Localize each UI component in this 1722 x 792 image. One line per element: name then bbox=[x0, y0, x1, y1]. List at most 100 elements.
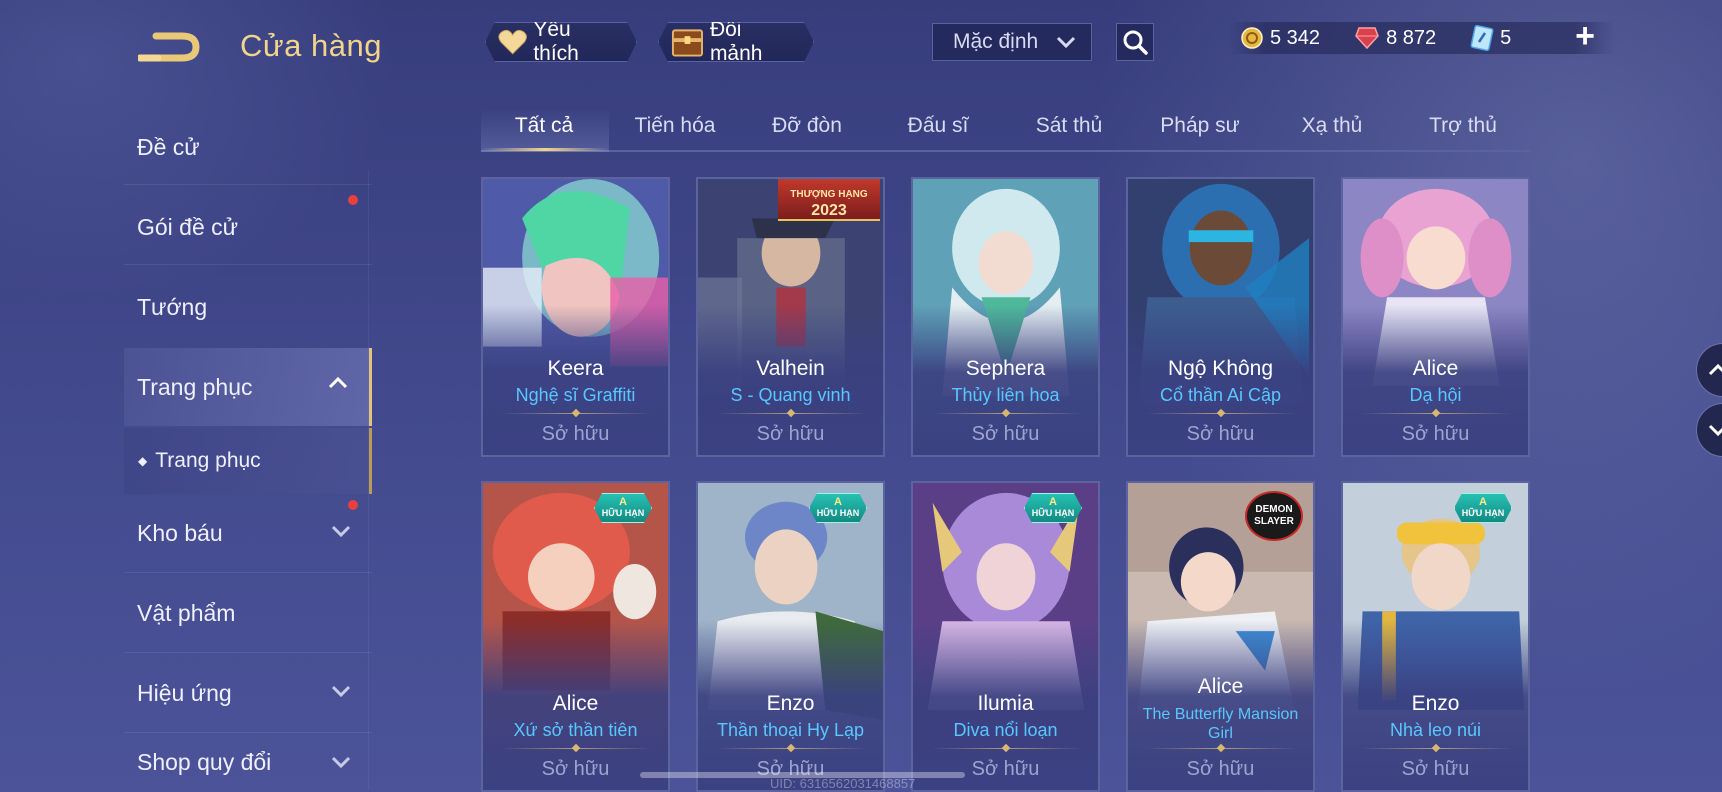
hero-name: Keera bbox=[547, 357, 604, 380]
hero-name: Ngộ Không bbox=[1167, 357, 1274, 380]
skin-card[interactable]: Sephera Thủy liên hoa Sở hữu bbox=[911, 177, 1100, 457]
skin-card[interactable]: THƯỢNG HẠNG 2023 Valhein S - Quang vinh … bbox=[696, 177, 885, 457]
sidebar-separator bbox=[124, 732, 372, 733]
limited-badge: A HỮU HẠN bbox=[809, 493, 867, 523]
owned-status: Sở hữu bbox=[1186, 423, 1255, 445]
tab-support[interactable]: Trợ thủ bbox=[1429, 114, 1497, 138]
ribbon-line2: 2023 bbox=[811, 202, 847, 219]
skin-card[interactable]: Ngộ Không Cổ thần Ai Cập Sở hữu bbox=[1126, 177, 1315, 457]
skin-card[interactable]: A HỮU HẠN Enzo Nhà leo núi Sở hữu bbox=[1341, 481, 1530, 792]
sidebar-separator bbox=[124, 184, 372, 185]
demon-slayer-logo: DEMON SLAYER bbox=[1245, 491, 1303, 541]
skin-card[interactable]: DEMON SLAYER Alice The Butterfly Mansion… bbox=[1126, 481, 1315, 792]
skin-card[interactable]: A HỮU HẠN Ilumia Diva nổi loạn Sở hữu bbox=[911, 481, 1100, 792]
ribbon-line1: THƯỢNG HẠNG bbox=[790, 189, 868, 200]
page-title: Cửa hàng bbox=[240, 28, 382, 63]
badge-grade: A bbox=[834, 496, 842, 508]
sidebar-subitem-skins[interactable]: ◆ Trang phục bbox=[124, 428, 372, 494]
currency-bar: 5 342 8 872 5 bbox=[1228, 22, 1614, 54]
skin-card[interactable]: Keera Nghệ sĩ Graffiti Sở hữu bbox=[481, 177, 670, 457]
hero-name: Enzo bbox=[1411, 692, 1460, 715]
tab-marksman[interactable]: Xạ thủ bbox=[1302, 114, 1363, 138]
logo-line2: SLAYER bbox=[1254, 516, 1294, 527]
skin-name: S - Quang vinh bbox=[730, 385, 851, 405]
skin-name: Nhà leo núi bbox=[1389, 720, 1482, 740]
search-button[interactable] bbox=[1116, 23, 1154, 61]
limited-badge: A HỮU HẠN bbox=[594, 493, 652, 523]
sort-value: Mặc định bbox=[953, 30, 1039, 53]
sort-dropdown[interactable]: Mặc định bbox=[932, 23, 1092, 61]
sidebar-item-items[interactable]: Vật phẩm bbox=[124, 576, 372, 650]
owned-status: Sở hữu bbox=[1401, 423, 1470, 445]
sidebar-item-label: Vật phẩm bbox=[137, 599, 236, 626]
sidebar-item-exchange-shop[interactable]: Shop quy đổi bbox=[124, 734, 372, 790]
sidebar-separator bbox=[124, 264, 372, 265]
favorites-button[interactable]: Yêu thích bbox=[485, 22, 637, 62]
hero-name: Ilumia bbox=[977, 692, 1034, 715]
skin-name: Cổ thần Ai Cập bbox=[1159, 385, 1282, 405]
active-tab-underline bbox=[481, 148, 609, 151]
heart-icon bbox=[498, 29, 527, 55]
sidebar-item-treasure[interactable]: Kho báu bbox=[124, 496, 372, 570]
limited-badge: A HỮU HẠN bbox=[1454, 493, 1512, 523]
tab-tank[interactable]: Đỡ đòn bbox=[772, 114, 842, 138]
skin-name: Nghệ sĩ Graffiti bbox=[515, 385, 636, 405]
scroll-up-button[interactable] bbox=[1696, 343, 1722, 397]
owned-status: Sở hữu bbox=[541, 423, 610, 445]
scroll-down-button[interactable] bbox=[1696, 403, 1722, 457]
owned-status: Sở hữu bbox=[541, 758, 610, 780]
voucher-amount: 5 bbox=[1500, 26, 1512, 49]
owned-status: Sở hữu bbox=[756, 423, 825, 445]
owned-status: Sở hữu bbox=[971, 423, 1040, 445]
voucher-balance: 5 bbox=[1470, 25, 1511, 51]
sidebar-item-label: Trang phục bbox=[155, 449, 261, 472]
chevron-up-icon bbox=[1708, 363, 1722, 376]
notification-dot bbox=[348, 195, 358, 205]
gold-balance: 5 342 bbox=[1240, 26, 1320, 50]
ribbon-badge: THƯỢNG HẠNG 2023 bbox=[778, 179, 880, 221]
search-icon bbox=[1123, 30, 1148, 55]
logo-line1: DEMON bbox=[1255, 504, 1293, 515]
tab-evolution[interactable]: Tiến hóa bbox=[635, 114, 716, 138]
hero-name: Alice bbox=[1412, 357, 1459, 380]
skin-card[interactable]: A HỮU HẠN Enzo Thần thoại Hy Lạp Sở hữu bbox=[696, 481, 885, 792]
hero-name: Alice bbox=[1197, 675, 1244, 698]
bullet-icon: ◆ bbox=[138, 454, 148, 468]
add-currency-button[interactable]: + bbox=[1568, 19, 1602, 54]
badge-grade: A bbox=[1479, 496, 1487, 508]
hero-name: Enzo bbox=[766, 692, 815, 715]
owned-status: Sở hữu bbox=[1186, 758, 1255, 780]
tab-fighter[interactable]: Đấu sĩ bbox=[908, 114, 969, 138]
gold-amount: 5 342 bbox=[1270, 26, 1321, 49]
tab-all[interactable]: Tất cả bbox=[515, 114, 573, 138]
badge-grade: A bbox=[1049, 496, 1057, 508]
tab-assassin[interactable]: Sát thủ bbox=[1036, 114, 1103, 138]
sidebar-item-label: Đề cử bbox=[137, 133, 200, 160]
gem-amount: 8 872 bbox=[1386, 26, 1437, 49]
sidebar-item-heroes[interactable]: Tướng bbox=[124, 270, 372, 344]
chest-icon bbox=[671, 26, 704, 58]
skin-card[interactable]: A HỮU HẠN Alice Xứ sở thần tiên Sở hữu bbox=[481, 481, 670, 792]
top-bar: Cửa hàng Yêu thích Đổi mảnh Mặc định 5 3… bbox=[0, 0, 1722, 90]
sidebar-item-label: Gói đề cử bbox=[137, 213, 239, 240]
chevron-down-icon bbox=[331, 525, 351, 538]
skin-name: Thủy liên hoa bbox=[951, 385, 1060, 405]
badge-label: HỮU HẠN bbox=[1461, 508, 1505, 518]
ruby-gem-icon bbox=[1355, 27, 1379, 50]
chevron-up-icon bbox=[328, 376, 348, 389]
exchange-shards-button[interactable]: Đổi mảnh bbox=[658, 22, 814, 62]
tab-mage[interactable]: Pháp sư bbox=[1160, 114, 1239, 138]
skin-name: Xứ sở thần tiên bbox=[513, 720, 638, 740]
category-tabs: Tất cả Tiến hóa Đỡ đòn Đấu sĩ Sát thủ Ph… bbox=[481, 108, 1531, 152]
skin-name: The Butterfly Mansion Girl bbox=[1142, 706, 1299, 742]
sidebar-item-bundles[interactable]: Gói đề cử bbox=[124, 190, 372, 264]
sidebar-item-label: Tướng bbox=[137, 293, 208, 320]
sidebar-item-skins[interactable]: Trang phục bbox=[124, 348, 372, 426]
user-id: UID: 6316562031468857 bbox=[770, 776, 916, 791]
hero-name: Alice bbox=[552, 692, 599, 715]
back-button[interactable] bbox=[136, 28, 208, 66]
sidebar-item-effects[interactable]: Hiệu ứng bbox=[124, 656, 372, 730]
skin-name: Thần thoại Hy Lạp bbox=[716, 720, 865, 740]
skin-card[interactable]: Alice Dạ hội Sở hữu bbox=[1341, 177, 1530, 457]
sidebar-item-recommended[interactable]: Đề cử bbox=[124, 110, 372, 184]
